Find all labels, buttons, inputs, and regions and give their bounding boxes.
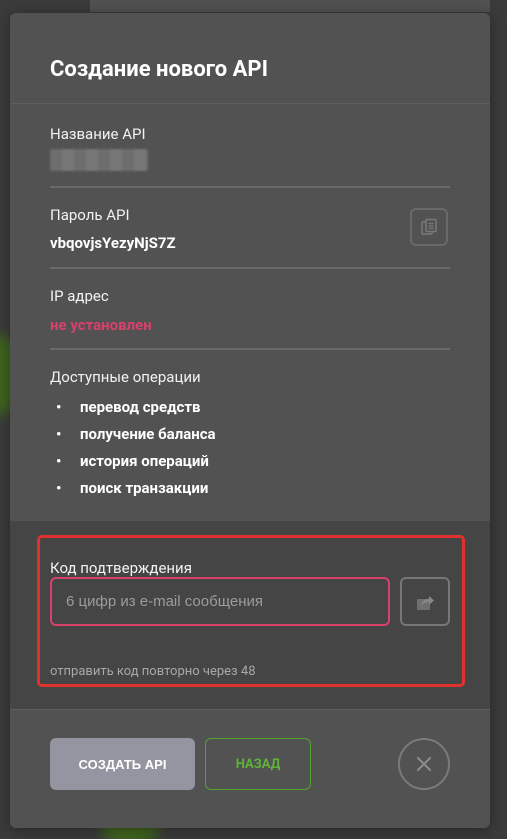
operations-label: Доступные операции — [50, 368, 201, 386]
create-api-modal: Создание нового API Название API Пароль … — [10, 13, 490, 828]
send-icon — [417, 595, 434, 610]
api-name-label: Название API — [50, 125, 146, 143]
modal-title: Создание нового API — [50, 57, 269, 82]
operation-item: перевод средств — [50, 397, 216, 424]
divider — [50, 348, 450, 350]
ip-label: IP адрес — [50, 287, 109, 305]
create-api-button[interactable]: СОЗДАТЬ API — [50, 738, 195, 790]
footer-divider — [10, 709, 490, 710]
operations-list: перевод средств получение баланса истори… — [50, 397, 216, 505]
divider — [50, 186, 450, 188]
ip-value: не установлен — [50, 316, 152, 334]
resend-timer: отправить код повторно через 48 — [50, 664, 256, 679]
copy-password-button[interactable] — [410, 208, 448, 246]
send-code-button[interactable] — [400, 577, 450, 626]
close-button[interactable] — [398, 738, 450, 790]
operation-item: получение баланса — [50, 424, 216, 451]
confirmation-code-input[interactable] — [50, 577, 390, 626]
divider — [50, 267, 450, 269]
back-button[interactable]: НАЗАД — [205, 738, 311, 790]
close-icon — [416, 756, 432, 772]
confirmation-label: Код подтверждения — [50, 559, 192, 577]
operation-item: поиск транзакции — [50, 478, 216, 505]
api-name-redacted — [50, 149, 148, 171]
copy-icon — [421, 218, 437, 235]
api-password-label: Пароль API — [50, 206, 130, 224]
operation-item: история операций — [50, 451, 216, 478]
header-divider — [10, 103, 490, 104]
api-password-value: vbqovjsYezyNjS7Z — [50, 234, 176, 252]
